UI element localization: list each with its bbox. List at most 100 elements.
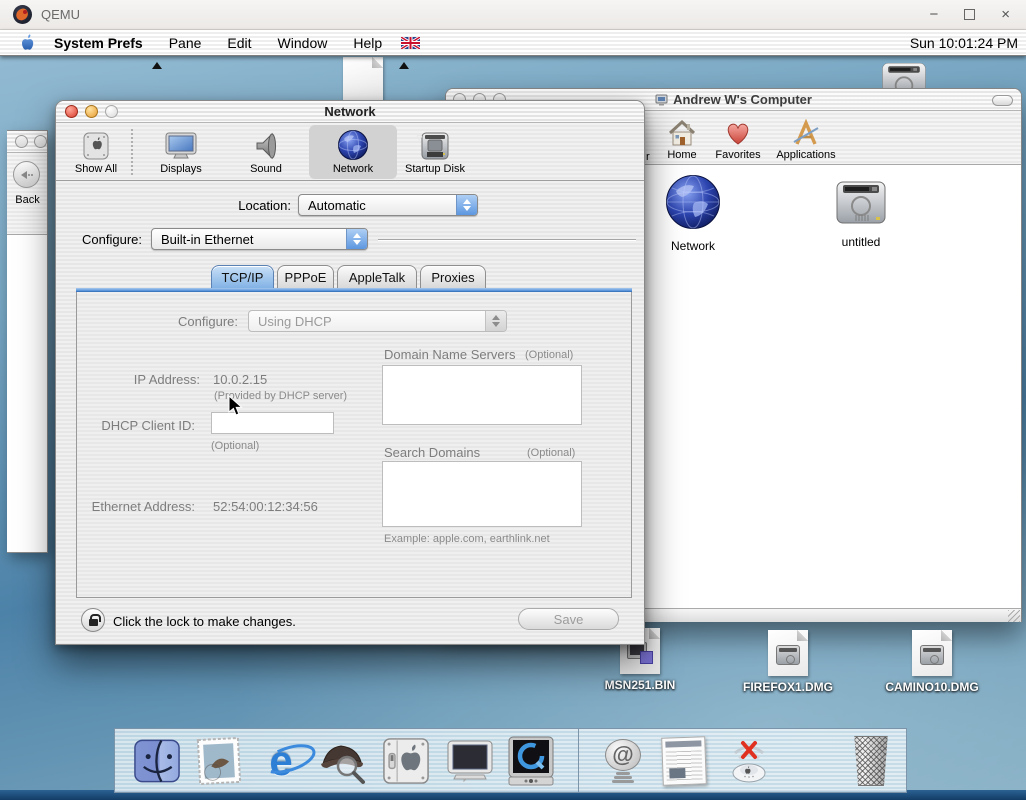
sherlock-icon [317, 736, 369, 786]
toolbar-item-label: Applications [771, 149, 841, 161]
dns-label: Domain Name Servers [384, 347, 516, 362]
running-indicator-system-preferences [399, 62, 409, 69]
prefs-window-titlebar[interactable]: Network [56, 101, 644, 123]
quicktime-icon [506, 735, 556, 787]
toolbar-item-label: Sound [234, 163, 298, 175]
dock-item-trash[interactable] [847, 734, 895, 788]
dock-item-system-preferences[interactable] [378, 734, 434, 788]
displays-icon [149, 125, 213, 161]
close-icon[interactable]: × [1001, 7, 1010, 22]
minimize-icon[interactable]: − [929, 7, 938, 22]
maximize-icon[interactable] [964, 9, 975, 20]
configure-popup[interactable]: Built-in Ethernet [151, 228, 368, 250]
dock: e [114, 728, 907, 793]
running-indicator-finder [152, 62, 162, 69]
screen: QEMU − × System Prefs Pane Edit Window H… [0, 0, 1026, 800]
location-popup[interactable]: Automatic [298, 194, 478, 216]
toolbar-item-label: Startup Disk [403, 163, 467, 175]
ethernet-value: 52:54:00:12:34:56 [213, 499, 318, 514]
desktop-icon-label: CAMINO10.DMG [872, 680, 992, 694]
dock-item-displays[interactable] [442, 734, 498, 788]
popup-arrows-icon [346, 229, 367, 249]
tab-tcpip[interactable]: TCP/IP [211, 265, 274, 289]
tab-proxies[interactable]: Proxies [420, 265, 486, 289]
desktop-icon-camino10[interactable]: CAMINO10.DMG [872, 630, 992, 694]
back-window-titlebar[interactable] [7, 131, 47, 153]
newspaper-icon [661, 736, 707, 786]
qemu-titlebar[interactable]: QEMU − × [0, 0, 1026, 30]
dock-item-sherlock[interactable] [315, 734, 371, 788]
configure-label: Configure: [56, 232, 142, 247]
menu-bar: System Prefs Pane Edit Window Help Sun 1… [0, 30, 1026, 56]
lock-button[interactable] [81, 608, 105, 632]
file-label: untitled [805, 235, 917, 249]
search-example-note: Example: apple.com, earthlink.net [384, 533, 550, 545]
menu-app[interactable]: System Prefs [41, 35, 156, 51]
at-spring-icon: @ [605, 739, 641, 783]
qemu-title: QEMU [41, 7, 80, 22]
question-badge: ? [416, 133, 423, 145]
toolbar-toggle-button[interactable] [992, 95, 1013, 106]
back-arrow-icon [21, 171, 27, 179]
panel-configure-popup: Using DHCP [248, 310, 507, 332]
menu-edit[interactable]: Edit [214, 35, 264, 51]
desktop-icon-label: MSN251.BIN [580, 678, 700, 692]
apple-menu-icon[interactable] [14, 34, 41, 52]
ip-label: IP Address: [97, 372, 200, 387]
toolbar-item-network[interactable]: Network [321, 125, 385, 179]
back-finder-window: Back [7, 130, 48, 553]
location-label: Location: [176, 198, 291, 213]
startup-disk-icon: ? [403, 125, 467, 161]
trash-icon [852, 736, 890, 786]
location-value: Automatic [299, 198, 456, 213]
tab-appletalk[interactable]: AppleTalk [337, 265, 417, 289]
configure-value: Built-in Ethernet [152, 232, 346, 247]
dock-item-finder[interactable] [129, 734, 185, 788]
globe-icon [664, 173, 722, 231]
mail-stamp-icon [195, 736, 243, 786]
back-button[interactable] [13, 161, 40, 188]
minimize-button[interactable] [34, 135, 47, 148]
show-all-icon [64, 125, 128, 161]
dhcp-client-id-label: DHCP Client ID: [95, 418, 195, 433]
disk-image-document-icon [912, 630, 952, 676]
dns-optional-note: (Optional) [525, 349, 573, 361]
mouse-cursor [228, 395, 243, 417]
hard-disk-icon [832, 179, 890, 227]
network-globe-icon [321, 125, 385, 161]
speaker-icon [234, 125, 298, 161]
menu-help[interactable]: Help [340, 35, 395, 51]
computer-icon [655, 94, 668, 106]
file-icon-untitled[interactable]: untitled [805, 179, 917, 249]
dock-item-internet-explorer[interactable]: e [253, 734, 309, 788]
panel-configure-value: Using DHCP [249, 314, 485, 329]
close-button[interactable] [15, 135, 28, 148]
toolbar-item-label: Network [321, 163, 385, 175]
dock-item-mail[interactable] [191, 734, 247, 788]
toolbar-item-sound[interactable]: Sound [234, 125, 298, 179]
toolbar-item-displays[interactable]: Displays [149, 125, 213, 179]
toolbar-item-startup-disk[interactable]: ? Startup Disk [403, 125, 467, 179]
tab-pppoe[interactable]: PPPoE [277, 265, 334, 289]
lock-hint-text: Click the lock to make changes. [113, 614, 296, 629]
toolbar-item-show-all[interactable]: Show All [64, 125, 128, 179]
toolbar-separator [131, 129, 133, 175]
keyboard-flag-icon[interactable] [401, 37, 420, 49]
dock-item-quicktime-player[interactable] [503, 734, 559, 788]
back-window-toolbar: Back [7, 153, 47, 235]
dock-item-network-disconnected[interactable] [721, 734, 777, 788]
dock-item-news-document[interactable] [654, 734, 714, 788]
menu-pane[interactable]: Pane [156, 35, 215, 51]
menu-window[interactable]: Window [265, 35, 341, 51]
popup-arrows-icon [485, 311, 506, 331]
search-domains-textarea [382, 461, 582, 527]
file-icon-network[interactable]: Network [637, 173, 749, 253]
toolbar-item-applications[interactable]: Applications [771, 114, 841, 161]
menu-clock[interactable]: Sun 10:01:24 PM [910, 35, 1018, 51]
toolbar-item-favorites[interactable]: Favorites [703, 114, 773, 161]
resize-grip[interactable] [1008, 610, 1020, 622]
desktop-icon-firefox1[interactable]: FIREFOX1.DMG [728, 630, 848, 694]
dock-item-mail-at-spring[interactable]: @ [598, 734, 648, 788]
toolbar-item-label: Displays [149, 163, 213, 175]
search-domains-label: Search Domains [384, 445, 480, 460]
